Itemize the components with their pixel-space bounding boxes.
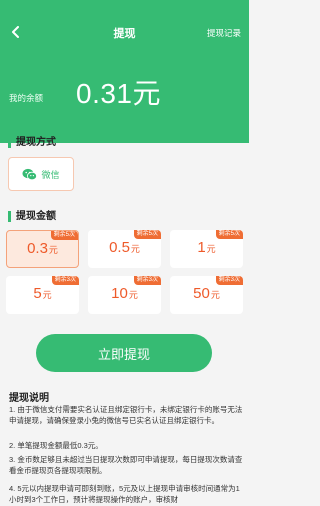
amount-unit: 元 — [210, 290, 220, 300]
note-item: 2. 单笔提现金额最低0.3元。 — [9, 441, 103, 450]
amount-option-1[interactable]: 剩余5次 1 元 — [170, 230, 243, 268]
amount-option-0-5[interactable]: 剩余5次 0.5 元 — [88, 230, 161, 268]
header: 提现 提现记录 我的余额 0.31元 — [0, 0, 249, 143]
amount-unit: 元 — [206, 244, 216, 254]
amount-value: 0.5 — [109, 239, 130, 256]
amount-option-0-3[interactable]: 剩余5次 0.3 元 — [6, 230, 79, 268]
amount-section-title: 提现金额 — [8, 211, 56, 222]
amount-unit: 元 — [48, 245, 58, 255]
amount-value: 10 — [111, 285, 128, 302]
wechat-method-option[interactable]: 微信 — [8, 157, 74, 191]
amount-value: 1 — [197, 239, 206, 256]
amount-option-50[interactable]: 剩余3次 50 元 — [170, 276, 243, 314]
notes-title: 提现说明 — [9, 393, 49, 404]
balance-value: 0.31元 — [76, 78, 161, 109]
remaining-badge: 剩余3次 — [215, 276, 243, 285]
amount-value: 0.3 — [27, 240, 48, 257]
remaining-badge: 剩余5次 — [133, 230, 161, 239]
note-item: 1. 由于微信支付需要实名认证且绑定银行卡，未绑定银行卡的账号无法申请提现，请确… — [9, 405, 243, 425]
withdraw-now-button[interactable]: 立即提现 — [36, 334, 212, 372]
amount-unit: 元 — [130, 244, 140, 254]
amount-option-5[interactable]: 剩余3次 5 元 — [6, 276, 79, 314]
remaining-badge: 剩余3次 — [51, 276, 79, 285]
withdraw-record-link[interactable]: 提现记录 — [207, 27, 241, 39]
remaining-badge: 剩余3次 — [133, 276, 161, 285]
wechat-label: 微信 — [41, 169, 60, 180]
amount-value: 50 — [193, 285, 210, 302]
note-item: 4. 5元以内提现申请可即刻到账，5元及以上提现申请审核时间通常为1小时到3个工… — [9, 484, 240, 504]
remaining-badge: 剩余5次 — [215, 230, 243, 239]
note-item: 3. 金币数足够且未超过当日提现次数即可申请提现，每日提现次数请查看金币提现页各… — [9, 455, 243, 475]
remaining-badge: 剩余5次 — [50, 231, 78, 240]
amount-unit: 元 — [42, 290, 52, 300]
method-section-title: 提现方式 — [8, 137, 56, 148]
amount-unit: 元 — [128, 290, 138, 300]
wechat-icon — [22, 168, 38, 180]
amount-option-10[interactable]: 剩余3次 10 元 — [88, 276, 161, 314]
amount-value: 5 — [33, 285, 42, 302]
balance-label: 我的余额 — [9, 93, 44, 103]
